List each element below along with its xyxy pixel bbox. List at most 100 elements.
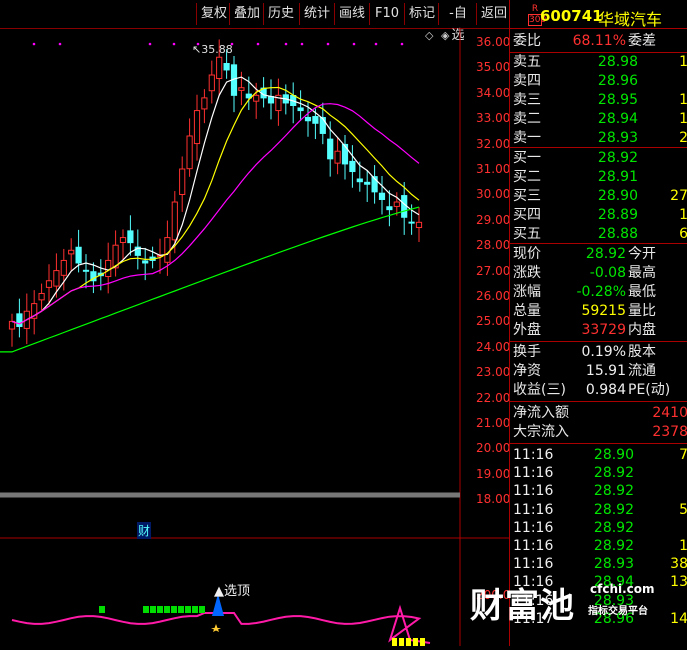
- diamond-icon[interactable]: ◇: [425, 29, 433, 42]
- draw-line-button[interactable]: 画线: [334, 3, 369, 25]
- candle-body: [378, 192, 386, 200]
- indicator-bar: [392, 638, 397, 646]
- sells-row: 卖二 28.94 1: [510, 110, 687, 128]
- tick-time: 11:16: [513, 501, 554, 518]
- buys-label: 买二: [513, 169, 541, 185]
- flow-row: 大宗流入 2378: [510, 423, 687, 441]
- candle-body: [415, 221, 423, 229]
- f10-button[interactable]: F10: [369, 3, 404, 25]
- stat-row: 现价 28.92 今开: [510, 245, 687, 263]
- signal-dot: [300, 42, 304, 46]
- settings-icon[interactable]: ◈: [441, 29, 449, 42]
- kline-chart-svg: [0, 28, 509, 646]
- indicator-square: [171, 606, 177, 613]
- candle-body: [142, 260, 149, 264]
- tick-row: 11:16 28.93 38: [510, 555, 687, 573]
- candle-body: [75, 246, 82, 264]
- candle-body: [38, 292, 45, 301]
- weibi-value: 68.11%: [572, 33, 626, 49]
- tick-time: 11:16: [513, 556, 554, 573]
- candle-body: [334, 150, 341, 164]
- sells-row: 卖四 28.96: [510, 72, 687, 90]
- stat2-label: 收益(三): [513, 382, 566, 398]
- stat-label: 外盘: [513, 322, 541, 338]
- sells-price: 28.93: [597, 130, 638, 146]
- stat-ext-label: 最高: [628, 265, 656, 281]
- candle-body: [171, 201, 178, 241]
- tick-time: 11:16: [513, 519, 554, 536]
- buys-label: 买一: [513, 150, 541, 166]
- buys-price: 28.90: [597, 188, 638, 204]
- buys-row: 买五 28.88 6: [510, 225, 687, 243]
- candle-body: [186, 135, 193, 170]
- high-price-marker: ↖35.88: [192, 43, 233, 56]
- price-axis-tick: 30.00: [476, 187, 511, 202]
- indicator-square: [164, 606, 170, 613]
- buys-volume: 27: [670, 188, 687, 204]
- mark-button[interactable]: 标记: [404, 3, 439, 25]
- sells-price: 28.95: [597, 92, 638, 108]
- candle-body: [68, 249, 75, 255]
- stat-ext-label: 量比: [628, 303, 656, 319]
- price-axis-tick: 28.00: [476, 238, 511, 253]
- candle-body: [82, 269, 90, 272]
- signal-dot: [284, 42, 288, 46]
- watermark: 财富池 cfchi.com 指标交易平台: [470, 578, 670, 638]
- signal-dot: [32, 42, 36, 46]
- tick-price: 28.92: [593, 483, 634, 500]
- tick-price: 28.93: [593, 556, 634, 573]
- price-axis-tick: 34.00: [476, 85, 511, 100]
- tick-price: 28.92: [593, 538, 634, 554]
- candle-body: [164, 237, 171, 263]
- tick-volume: 1: [679, 538, 687, 554]
- signal-dot: [58, 42, 62, 46]
- signal-arrow-icon: ▲: [214, 584, 224, 599]
- signal-dot: [400, 42, 404, 46]
- ma60-line: [0, 206, 420, 353]
- weibi-row: 委比 68.11% 委差: [510, 32, 687, 50]
- candle-body: [119, 237, 127, 243]
- watermark-tagline: 指标交易平台: [588, 606, 648, 617]
- candle-body: [297, 107, 304, 112]
- candle-body: [408, 221, 415, 224]
- buys-row: 买二 28.91: [510, 168, 687, 186]
- buys-volume: 1: [679, 207, 687, 223]
- candle-body: [193, 110, 201, 145]
- price-axis-tick: 26.00: [476, 289, 511, 303]
- signal-dot: [172, 42, 176, 46]
- indicator-group: [11, 594, 431, 646]
- stat2-label: 换手: [513, 344, 541, 360]
- indicator-square: [178, 606, 184, 613]
- stat2-row: 收益(三) 0.984 PE(动): [510, 381, 687, 399]
- kline-chart[interactable]: 36.00 35.00 34.00 33.00 32.00 31.00 30.00 29.00…: [0, 28, 511, 646]
- sells-volume: 1: [679, 54, 687, 70]
- candle-body: [327, 138, 334, 160]
- sells-label: 卖五: [513, 54, 541, 70]
- signal-label-text: 选顶: [224, 584, 251, 599]
- tick-time: 11:16: [513, 447, 554, 463]
- buys-row: 买一 28.92: [510, 149, 687, 167]
- history-button[interactable]: 历史: [263, 3, 298, 25]
- statistics-button[interactable]: 统计: [299, 3, 334, 25]
- quote-panel: R 300 600741 华域汽车 委比 68.11% 委差 卖五 28.98 1 卖…: [509, 0, 687, 646]
- sells-row: 卖一 28.93 2: [510, 129, 687, 147]
- sells-price: 28.94: [597, 111, 638, 127]
- restore-rights-button[interactable]: 复权: [196, 3, 231, 25]
- stat-ext-label: 今开: [628, 246, 656, 262]
- overlay-button[interactable]: 叠加: [229, 3, 264, 25]
- back-button[interactable]: 返回: [476, 3, 511, 25]
- stat2-ext-label: 股本: [628, 344, 656, 360]
- remove-watchlist-button[interactable]: -自选: [438, 3, 477, 43]
- sells-label: 卖一: [513, 130, 541, 146]
- buys-label: 买四: [513, 207, 541, 223]
- candle-body: [208, 74, 215, 92]
- stock-name: 华域汽车: [598, 10, 663, 29]
- sells-volume: 2: [679, 130, 687, 146]
- indicator-bar: [420, 638, 425, 646]
- finance-marker[interactable]: 财: [137, 522, 152, 539]
- signal-dot: [326, 42, 330, 46]
- candle-body: [319, 117, 326, 134]
- candle-body: [253, 94, 260, 102]
- flow-value: 2378: [652, 424, 687, 440]
- indicator-bar: [399, 638, 404, 646]
